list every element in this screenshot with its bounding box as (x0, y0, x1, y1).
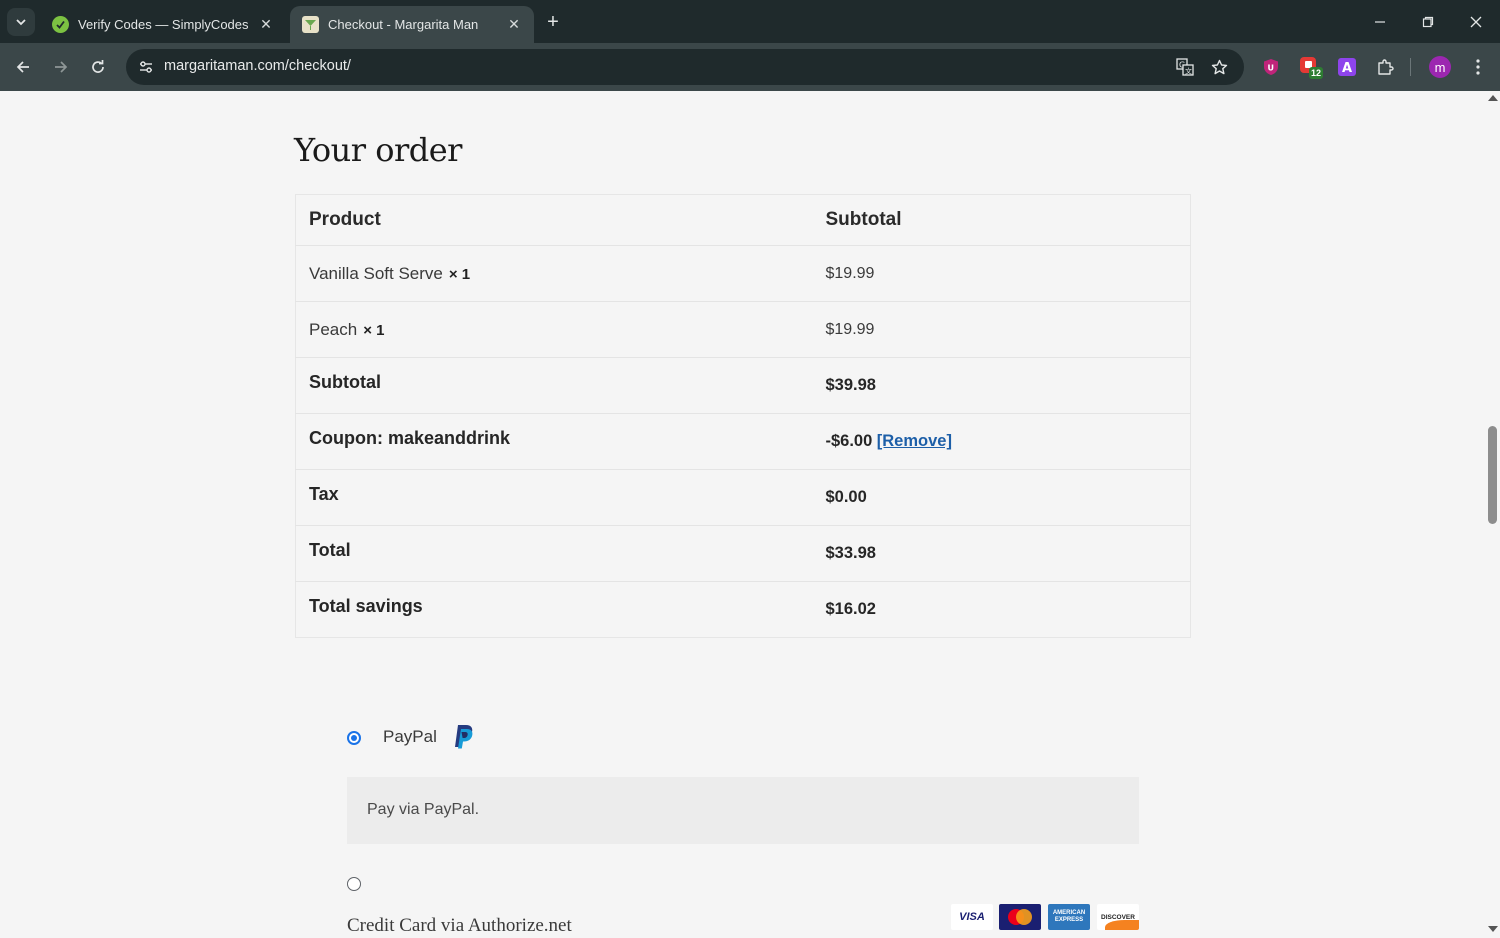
address-bar[interactable]: margaritaman.com/checkout/ G文 (126, 49, 1244, 85)
product-quantity: × 1 (363, 321, 385, 339)
table-row: Peach × 1 $19.99 (295, 301, 1191, 358)
forward-arrow-icon (55, 61, 68, 73)
margarita-man-favicon-icon (302, 16, 319, 33)
site-info-button[interactable] (134, 55, 158, 79)
product-cell: Peach × 1 (295, 301, 813, 358)
subtotal-label: Subtotal (309, 372, 381, 392)
subtotal-value: $39.98 (825, 376, 876, 394)
tax-label: Tax (309, 484, 339, 504)
checkout-page: Your order Product Subtotal Vanilla Soft… (0, 91, 1485, 938)
coupon-discount: -$6.00 (825, 432, 873, 450)
svg-text:U: U (1268, 64, 1275, 73)
coupon-row: Coupon: makeanddrink -$6.00 [Remove] (295, 413, 1191, 470)
scrollbar-thumb[interactable] (1488, 426, 1497, 524)
simplycodes-favicon-icon (52, 16, 69, 33)
url-text[interactable]: margaritaman.com/checkout/ (164, 58, 351, 74)
letter-a-extension-icon: A (1338, 58, 1356, 76)
back-arrow-icon (16, 61, 29, 73)
reload-button[interactable] (84, 53, 112, 81)
discover-card-icon: DISCOVER (1097, 904, 1139, 930)
close-icon[interactable]: ✕ (506, 16, 522, 33)
total-value: $33.98 (825, 544, 876, 562)
bookmark-button[interactable] (1207, 55, 1231, 79)
close-icon[interactable]: ✕ (258, 16, 274, 33)
product-cell: Vanilla Soft Serve × 1 (295, 245, 813, 302)
mastercard-card-icon (999, 904, 1041, 930)
table-header-row: Product Subtotal (296, 195, 1191, 246)
tab-title: Checkout - Margarita Man (328, 17, 479, 32)
paypal-radio[interactable] (347, 731, 361, 745)
card-brand-text: VISA (959, 911, 985, 923)
minimize-button[interactable] (1357, 0, 1403, 43)
tax-row: Tax $0.00 (295, 469, 1191, 526)
translate-button[interactable]: G文 (1173, 55, 1197, 79)
amex-card-icon: AMERICAN EXPRESS (1048, 904, 1090, 930)
extension-badge: 12 (1309, 67, 1324, 79)
coupon-label: Coupon: makeanddrink (309, 428, 511, 448)
product-name: Peach (309, 319, 358, 339)
total-row: Total $33.98 (295, 525, 1191, 582)
product-price: $19.99 (825, 320, 875, 338)
savings-value: $16.02 (825, 600, 876, 618)
tab-checkout[interactable]: Checkout - Margarita Man ✕ (290, 6, 534, 43)
subtotal-row: Subtotal $39.98 (295, 357, 1191, 414)
a-extension-button[interactable]: A (1333, 53, 1361, 81)
savings-label: Total savings (309, 596, 423, 616)
translate-icon: G文 (1176, 58, 1194, 76)
puzzle-icon (1378, 59, 1394, 75)
profile-avatar-button[interactable]: m (1426, 53, 1454, 81)
tab-title: Verify Codes — SimplyCodes (78, 17, 249, 32)
star-icon (1211, 59, 1227, 74)
close-icon (1470, 16, 1482, 27)
shield-icon: U (1264, 59, 1278, 75)
toolbar-divider (1410, 58, 1411, 76)
tab-bar: Verify Codes — SimplyCodes ✕ Checkout - … (0, 0, 1500, 43)
column-header-subtotal: Subtotal (825, 209, 902, 230)
tab-search-button[interactable] (7, 8, 35, 36)
tax-value: $0.00 (825, 488, 867, 506)
ublock-extension-button[interactable]: U (1257, 53, 1285, 81)
browser-menu-button[interactable] (1464, 53, 1492, 81)
visa-card-icon: VISA (951, 904, 993, 930)
paypal-description: Pay via PayPal. (367, 801, 480, 818)
product-quantity: × 1 (448, 265, 471, 283)
restore-icon (1422, 16, 1434, 27)
credit-card-label[interactable]: Credit Card via Authorize.net (347, 915, 572, 937)
tune-icon (140, 61, 152, 73)
price-cell: $19.99 (812, 301, 1191, 358)
forward-button[interactable] (47, 53, 75, 81)
back-button[interactable] (9, 53, 37, 81)
scroll-up-icon[interactable] (1488, 95, 1498, 101)
chevron-down-icon (16, 19, 26, 26)
avatar: m (1429, 56, 1451, 78)
extensions-button[interactable] (1371, 53, 1399, 81)
restore-button[interactable] (1405, 0, 1451, 43)
price-cell: $19.99 (812, 245, 1191, 302)
product-name: Vanilla Soft Serve (309, 263, 443, 283)
window-close-button[interactable] (1453, 0, 1499, 43)
page-title: Your order (294, 131, 462, 169)
scroll-down-icon[interactable] (1488, 926, 1498, 932)
paypal-icon (455, 725, 473, 749)
tab-simplycodes[interactable]: Verify Codes — SimplyCodes ✕ (40, 6, 286, 43)
more-vert-icon (1476, 59, 1480, 75)
total-label: Total (309, 540, 351, 560)
remove-coupon-link[interactable]: [Remove] (877, 432, 952, 450)
svg-text:文: 文 (1185, 67, 1192, 76)
new-tab-button[interactable]: + (541, 11, 565, 33)
savings-row: Total savings $16.02 (295, 581, 1191, 638)
coupon-extension-button[interactable]: 12 (1296, 53, 1324, 81)
table-row: Vanilla Soft Serve × 1 $19.99 (295, 245, 1191, 302)
credit-card-radio[interactable] (347, 877, 361, 891)
minimize-icon (1375, 20, 1385, 23)
paypal-label[interactable]: PayPal (383, 727, 437, 747)
reload-icon (92, 60, 104, 73)
product-price: $19.99 (825, 264, 875, 282)
svg-text:A: A (1342, 61, 1352, 76)
order-review-table: Product Subtotal Vanilla Soft Serve × 1 $… (295, 194, 1191, 638)
column-header-product: Product (309, 209, 381, 230)
vertical-scrollbar[interactable] (1485, 91, 1500, 938)
browser-toolbar: margaritaman.com/checkout/ G文 U 12 A m (0, 43, 1500, 91)
paypal-description-box: Pay via PayPal. (347, 777, 1139, 844)
